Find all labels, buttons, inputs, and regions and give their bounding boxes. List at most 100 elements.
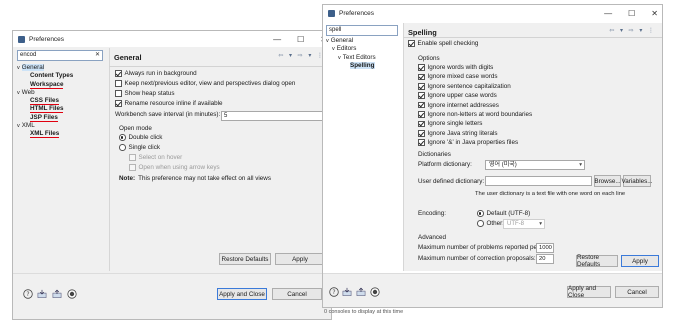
dictionaries-title: Dictionaries: [418, 151, 451, 158]
always-run-background-option[interactable]: Always run in background: [115, 70, 197, 77]
tree-item[interactable]: Content Types: [17, 72, 107, 80]
option-label: Ignore single letters: [427, 120, 483, 128]
expand-chevron-icon[interactable]: v: [338, 55, 341, 61]
tree-item[interactable]: v XML: [17, 122, 107, 130]
max-corrections-input[interactable]: 20: [536, 254, 554, 264]
spelling-option[interactable]: Ignore upper case words: [418, 92, 497, 99]
enable-spell-checking-option[interactable]: Enable spell checking: [408, 40, 478, 47]
minimize-icon[interactable]: —: [273, 35, 281, 44]
options-title: Options: [418, 55, 440, 62]
checkbox[interactable]: [115, 70, 122, 77]
user-dictionary-input[interactable]: [485, 176, 592, 186]
radio[interactable]: [477, 220, 484, 227]
spelling-option[interactable]: Ignore single letters: [418, 120, 482, 127]
close-icon[interactable]: ✕: [651, 9, 658, 18]
maximize-icon[interactable]: ☐: [628, 9, 635, 18]
history-nav-icon[interactable]: ⇦ ▾ ⇨ ▾ ⋮: [609, 27, 656, 34]
tree-item[interactable]: Spelling: [326, 61, 402, 70]
keep-dialog-open-option[interactable]: Keep next/previous editor, view and pers…: [115, 80, 295, 87]
restore-defaults-button[interactable]: Restore Defaults: [219, 253, 271, 265]
apply-and-close-button[interactable]: Apply and Close: [217, 288, 267, 300]
single-click-option[interactable]: Single click: [119, 144, 160, 151]
tree-item[interactable]: v Text Editors: [326, 54, 402, 62]
checkbox[interactable]: [115, 80, 122, 87]
tree-item[interactable]: JSP Files: [17, 113, 107, 122]
maximize-icon[interactable]: ☐: [297, 35, 304, 44]
apply-button[interactable]: Apply: [621, 255, 659, 267]
advanced-title: Advanced: [418, 234, 447, 241]
filter-input[interactable]: spell: [326, 25, 398, 36]
encoding-other-option[interactable]: Other:: [477, 220, 504, 227]
checkbox[interactable]: [418, 120, 425, 128]
radio[interactable]: [119, 134, 126, 141]
checkbox[interactable]: [418, 64, 425, 71]
cancel-button[interactable]: Cancel: [272, 288, 322, 300]
eclipse-app-icon: [18, 35, 25, 43]
max-problems-input[interactable]: 1000: [536, 243, 554, 253]
platform-dictionary-select[interactable]: 영어 (미국) ▾: [485, 160, 585, 170]
checkbox[interactable]: [408, 40, 415, 47]
checkbox[interactable]: [115, 100, 122, 107]
tree-item[interactable]: v General: [326, 37, 402, 45]
save-interval-input[interactable]: 5: [221, 111, 331, 121]
history-nav-icon[interactable]: ⇦ ▾ ⇨ ▾ ⋮: [278, 52, 325, 59]
tree-item[interactable]: v General: [17, 64, 107, 72]
tree-item-label: CSS Files: [30, 97, 60, 106]
export-icon[interactable]: [356, 287, 366, 297]
import-icon[interactable]: [342, 287, 352, 297]
rename-inline-option[interactable]: Rename resource inline if available: [115, 100, 223, 107]
spelling-option[interactable]: Ignore non-letters at word boundaries: [418, 111, 532, 118]
tree-item[interactable]: Workspace: [17, 80, 107, 89]
encoding-default-option[interactable]: Default (UTF-8): [477, 210, 530, 217]
expand-chevron-icon[interactable]: v: [326, 38, 329, 44]
clear-filter-icon[interactable]: ✕: [95, 51, 100, 60]
checkbox[interactable]: [418, 139, 425, 146]
minimize-icon[interactable]: —: [604, 9, 612, 18]
import-icon[interactable]: [37, 289, 47, 299]
expand-chevron-icon[interactable]: v: [17, 90, 20, 96]
checkbox[interactable]: [418, 83, 425, 90]
spelling-option[interactable]: Ignore words with digits: [418, 64, 493, 71]
tree-item[interactable]: v Web: [17, 89, 107, 97]
cancel-button[interactable]: Cancel: [615, 286, 659, 298]
spelling-option[interactable]: Ignore mixed case words: [418, 73, 498, 80]
browse-button[interactable]: Browse...: [594, 175, 621, 187]
expand-chevron-icon[interactable]: v: [17, 65, 20, 71]
spelling-option[interactable]: Ignore internet addresses: [418, 102, 499, 109]
window-title: Preferences: [29, 35, 65, 43]
help-icon[interactable]: ?: [329, 287, 339, 297]
checkbox[interactable]: [115, 90, 122, 97]
apply-and-close-button[interactable]: Apply and Close: [567, 285, 611, 299]
show-heap-status-option[interactable]: Show heap status: [115, 90, 175, 97]
tree-item[interactable]: HTML Files: [17, 105, 107, 114]
tree-item[interactable]: CSS Files: [17, 97, 107, 106]
double-click-option[interactable]: Double click: [119, 134, 162, 141]
expand-chevron-icon[interactable]: v: [17, 123, 20, 129]
restore-defaults-button[interactable]: Restore Defaults: [576, 254, 618, 268]
max-corrections-value: 20: [539, 256, 546, 262]
option-label: Ignore words with digits: [427, 64, 494, 71]
variables-button[interactable]: Variables...: [621, 175, 653, 187]
radio[interactable]: [119, 144, 126, 151]
spelling-option[interactable]: Ignore sentence capitalization: [418, 83, 511, 90]
tree-item[interactable]: v Editors: [326, 45, 402, 53]
checkbox[interactable]: [418, 130, 425, 137]
expand-chevron-icon[interactable]: v: [332, 46, 335, 52]
checkbox[interactable]: [418, 111, 425, 118]
radio[interactable]: [477, 210, 484, 217]
checkbox[interactable]: [418, 92, 425, 99]
record-icon[interactable]: [67, 289, 77, 299]
spelling-option[interactable]: Ignore Java string literals: [418, 130, 498, 137]
spelling-option[interactable]: Ignore '&' in Java properties files: [418, 139, 518, 146]
help-icon[interactable]: ?: [23, 289, 33, 299]
tree-item-label: General: [21, 64, 45, 71]
filter-input[interactable]: encod ✕: [17, 50, 103, 61]
checkbox[interactable]: [418, 101, 425, 109]
checkbox[interactable]: [418, 73, 425, 81]
record-icon[interactable]: [370, 287, 380, 297]
tree-item[interactable]: XML Files: [17, 130, 107, 139]
export-icon[interactable]: [52, 289, 62, 299]
apply-button[interactable]: Apply: [275, 253, 325, 265]
platform-dictionary-value: 영어 (미국): [489, 162, 517, 168]
svg-text:?: ?: [332, 289, 335, 296]
